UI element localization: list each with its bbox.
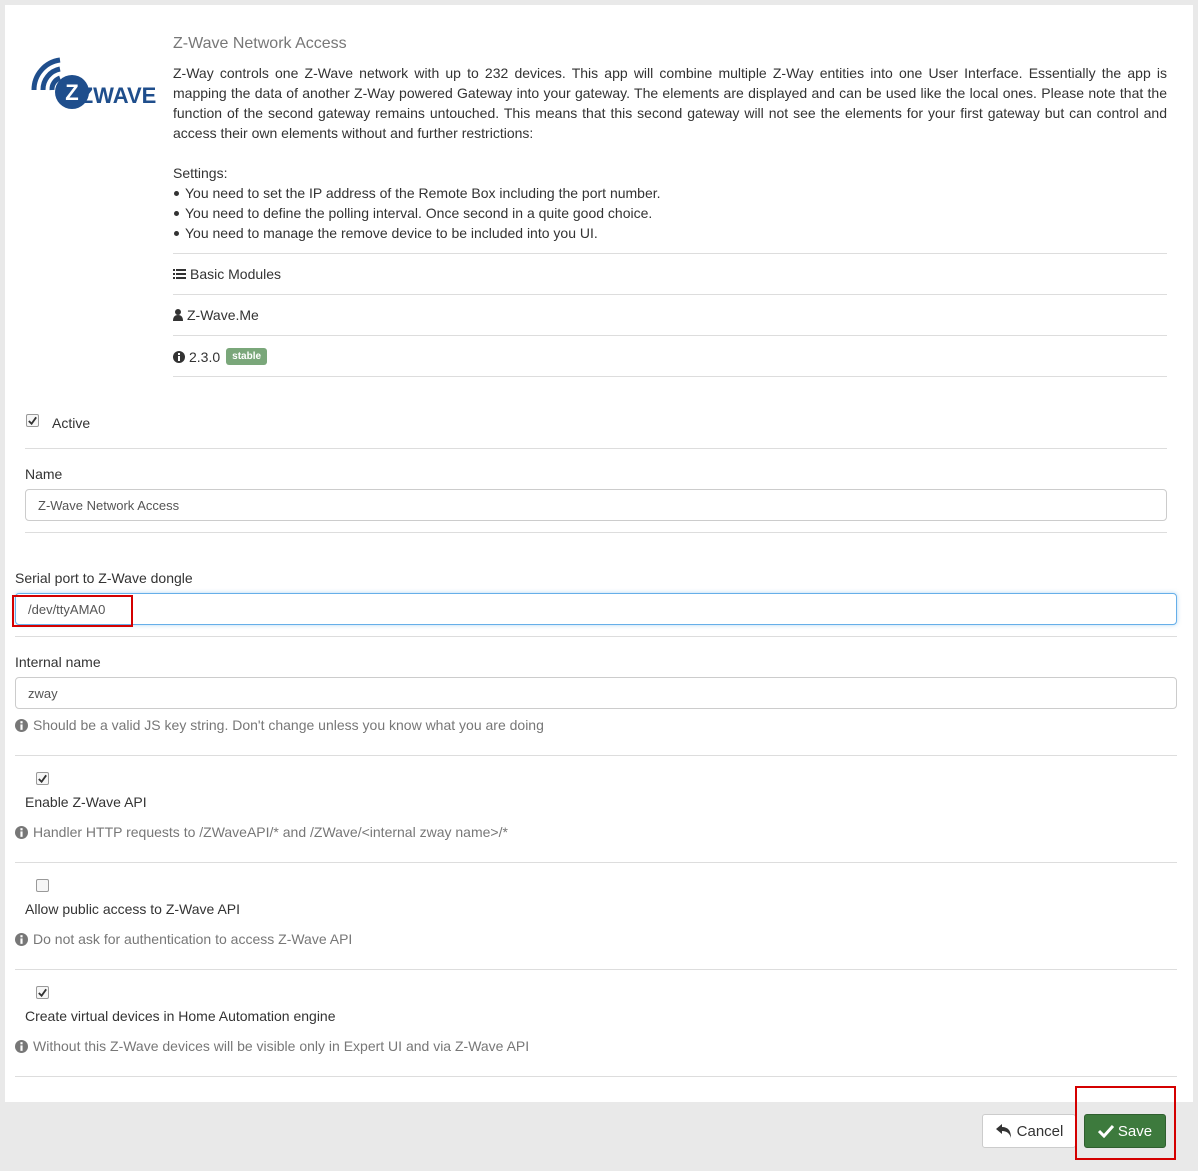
help-text: Handler HTTP requests to /ZWaveAPI/* and… — [33, 824, 508, 840]
divider — [15, 636, 1177, 637]
checkmark-icon — [28, 416, 37, 425]
divider — [15, 755, 1177, 756]
app-title: Z-Wave Network Access — [173, 35, 347, 52]
info-icon — [15, 1039, 28, 1053]
settings-item: You need to manage the remove device to … — [173, 223, 661, 243]
serial-port-label: Serial port to Z-Wave dongle — [15, 570, 193, 586]
enable-api-label: Enable Z-Wave API — [25, 794, 147, 810]
zwave-logo: Z ZWAVE — [30, 50, 160, 120]
name-label: Name — [25, 466, 63, 482]
author-label: Z-Wave.Me — [187, 307, 259, 323]
serial-port-input[interactable] — [15, 593, 1177, 625]
internal-name-input[interactable] — [15, 677, 1177, 709]
enable-api-checkbox[interactable] — [36, 772, 49, 785]
settings-item: You need to set the IP address of the Re… — [173, 183, 661, 203]
version-label: 2.3.0 — [189, 348, 221, 365]
public-access-help: Do not ask for authentication to access … — [15, 931, 352, 947]
logo-text: ZWAVE — [80, 83, 157, 108]
divider — [25, 448, 1167, 449]
active-checkbox[interactable] — [26, 414, 39, 427]
category-row: Basic Modules — [173, 266, 281, 282]
version-row: 2.3.0 stable — [173, 348, 268, 365]
internal-name-help: Should be a valid JS key string. Don't c… — [15, 717, 544, 733]
virtual-devices-help: Without this Z-Wave devices will be visi… — [15, 1038, 529, 1054]
status-badge: stable — [226, 348, 268, 365]
public-access-label: Allow public access to Z-Wave API — [25, 901, 241, 917]
public-access-checkbox[interactable] — [36, 879, 49, 892]
virtual-devices-label: Create virtual devices in Home Automatio… — [25, 1008, 336, 1024]
settings-list: You need to set the IP address of the Re… — [173, 183, 661, 243]
divider — [173, 294, 1167, 295]
name-input[interactable] — [25, 489, 1167, 521]
author-row: Z-Wave.Me — [173, 307, 259, 323]
virtual-devices-checkbox[interactable] — [36, 986, 49, 999]
internal-name-label: Internal name — [15, 654, 101, 670]
cancel-button[interactable]: Cancel — [982, 1114, 1076, 1148]
divider — [173, 253, 1167, 254]
help-text: Should be a valid JS key string. Don't c… — [33, 717, 544, 733]
divider — [173, 376, 1167, 377]
cancel-label: Cancel — [1016, 1122, 1064, 1140]
help-text: Do not ask for authentication to access … — [33, 931, 353, 947]
settings-heading: Settings: — [173, 165, 228, 181]
settings-item: You need to define the polling interval.… — [173, 203, 661, 223]
divider — [25, 532, 1167, 533]
svg-text:Z: Z — [65, 80, 78, 105]
enable-api-help: Handler HTTP requests to /ZWaveAPI/* and… — [15, 824, 508, 840]
help-text: Without this Z-Wave devices will be visi… — [33, 1038, 530, 1054]
highlight-box — [1075, 1086, 1176, 1160]
checkmark-icon — [38, 774, 47, 783]
checkmark-icon — [38, 988, 47, 997]
user-icon — [173, 309, 183, 321]
divider — [15, 969, 1177, 970]
category-label: Basic Modules — [190, 266, 282, 282]
info-icon — [15, 825, 28, 839]
divider — [15, 1076, 1177, 1077]
info-icon — [15, 718, 28, 732]
module-panel: Z ZWAVE Z-Wave Network Access Z-Way cont… — [5, 5, 1193, 1102]
active-label: Active — [52, 415, 91, 431]
app-description: Z-Way controls one Z-Wave network with u… — [173, 65, 1167, 141]
list-icon — [173, 269, 186, 279]
info-icon — [15, 932, 28, 946]
divider — [15, 862, 1177, 863]
highlight-box — [12, 595, 133, 627]
info-icon — [173, 350, 185, 363]
undo-icon — [995, 1124, 1011, 1138]
divider — [173, 335, 1167, 336]
